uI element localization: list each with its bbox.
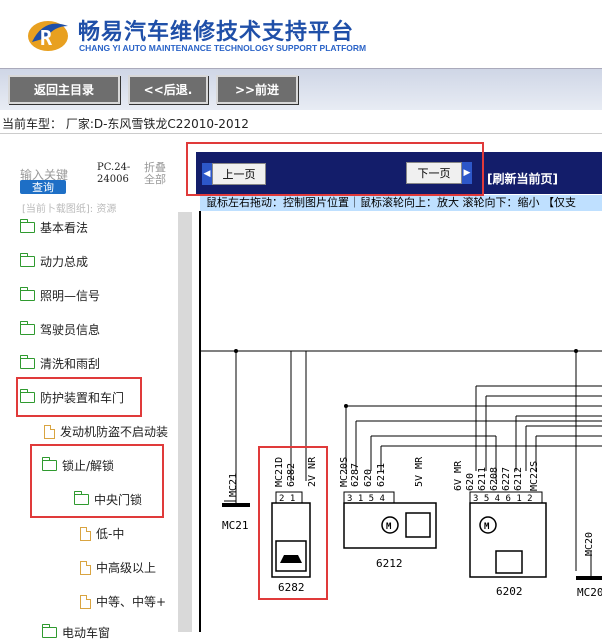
- tree-header: [当前卜载图纸]: 资源: [22, 204, 117, 215]
- divider: [0, 133, 602, 134]
- svg-text:MC22S: MC22S: [529, 461, 540, 491]
- tree-item-label: 照明—信号: [40, 289, 101, 303]
- svg-text:6202: 6202: [496, 585, 523, 598]
- tree-item-basic[interactable]: 基本看法: [20, 219, 88, 236]
- tree-item-label: 低-中: [96, 527, 125, 541]
- folder-icon: [20, 219, 35, 233]
- svg-text:6227: 6227: [501, 467, 512, 491]
- folder-icon: [20, 253, 35, 267]
- pc-code-line1: PC.24-: [97, 162, 131, 173]
- svg-text:M: M: [386, 522, 392, 532]
- app-subtitle: CHANG YI AUTO MAINTENANCE TECHNOLOGY SUP…: [79, 43, 367, 53]
- svg-text:M: M: [484, 522, 490, 532]
- svg-text:MC20S: MC20S: [339, 457, 350, 487]
- svg-text:6212: 6212: [376, 557, 403, 570]
- tree-item-label: 动力总成: [40, 255, 89, 269]
- tree-item-label: 电动车窗: [62, 626, 111, 640]
- tree-item-label: 清洗和雨刮: [40, 357, 101, 371]
- app-header: R 畅易汽车维修技术支持平台 CHANG YI AUTO MAINTENANCE…: [0, 0, 602, 68]
- document-icon: [80, 594, 91, 609]
- highlight-protection-doors: [16, 377, 142, 417]
- component-6202: 6V MR 620 6211 6208 6227 6212 MC22S 3 5 …: [453, 460, 547, 598]
- document-icon: [44, 424, 55, 439]
- pc-code: PC.24- 24006: [97, 162, 130, 186]
- tree-item-lighting[interactable]: 照明—信号: [20, 287, 100, 304]
- svg-text:MC20: MC20: [584, 532, 595, 556]
- junction-dot: [234, 349, 238, 353]
- document-icon: [80, 526, 91, 541]
- component-6212: MC20S 6287 620 6211 5V MR 3 1 5 4 M 6212: [339, 456, 437, 570]
- collapse-line2: 全部: [144, 173, 166, 186]
- back-button[interactable]: <<后退.: [128, 75, 208, 104]
- highlight-component-6282: [258, 446, 328, 600]
- svg-text:MC21: MC21: [222, 519, 249, 532]
- viewer-hint: 鼠标左右拖动：控制图片位置｜鼠标滚轮向上：放大 滚轮向下：缩小 【仅支: [200, 195, 602, 211]
- svg-text:6212: 6212: [513, 467, 524, 491]
- highlight-page-nav: [186, 142, 484, 196]
- tree-item-label: 发动机防盗不启动装: [60, 425, 169, 439]
- tree-item-label: 基本看法: [40, 221, 89, 235]
- tree-item-label: 驾驶员信息: [40, 323, 101, 337]
- svg-text:620: 620: [363, 469, 374, 487]
- pc-code-line2: 24006: [97, 174, 129, 185]
- svg-text:MC21: MC21: [228, 473, 239, 497]
- tree-item-mid-high[interactable]: 中高级以上: [80, 559, 156, 576]
- collapse-all-button[interactable]: 折叠 全部: [144, 162, 166, 186]
- tree-item-label: 中等、中等+: [96, 595, 167, 609]
- current-vehicle: 当前车型： 厂家:D-东风雪铁龙C22010-2012: [2, 117, 249, 131]
- tree-item-low-mid[interactable]: 低-中: [80, 525, 124, 542]
- svg-text:5V MR: 5V MR: [414, 456, 425, 487]
- tree-scrollbar[interactable]: [178, 212, 192, 632]
- ground-mc21-left: MC21 MC21: [222, 473, 250, 532]
- svg-text:MC20: MC20: [577, 586, 602, 599]
- app-title: 畅易汽车维修技术支持平台: [78, 20, 355, 45]
- svg-text:R: R: [40, 26, 53, 50]
- tree-item-immobilizer[interactable]: 发动机防盗不启动装: [44, 423, 168, 440]
- svg-text:6287: 6287: [350, 463, 361, 487]
- nav-bar: 返回主目录 <<后退. >>前进: [0, 68, 602, 110]
- tree-item-label: 中高级以上: [96, 561, 157, 575]
- svg-text:620: 620: [465, 473, 476, 491]
- junction-dot: [344, 404, 348, 408]
- folder-icon: [20, 355, 35, 369]
- tree-item-powertrain[interactable]: 动力总成: [20, 253, 88, 270]
- junction-dot: [574, 349, 578, 353]
- svg-text:6208: 6208: [489, 467, 500, 491]
- tree-item-power-windows[interactable]: 电动车窗: [42, 624, 110, 641]
- tree-item-wiper[interactable]: 清洗和雨刮: [20, 355, 100, 372]
- folder-icon: [20, 287, 35, 301]
- changyi-logo-icon: R: [28, 21, 68, 51]
- tree-item-driver-info[interactable]: 驾驶员信息: [20, 321, 100, 338]
- wiring-diagram: MC21 MC21 MC21D 6282 2V NR 2 1 6282 MC20…: [199, 211, 602, 632]
- tree-item-mid-plus[interactable]: 中等、中等+: [80, 593, 166, 610]
- svg-text:6211: 6211: [477, 467, 488, 491]
- refresh-page-link[interactable]: [刷新当前页]: [487, 170, 558, 187]
- query-button[interactable]: 查询: [20, 180, 66, 194]
- svg-text:6211: 6211: [376, 463, 387, 487]
- home-button[interactable]: 返回主目录: [8, 75, 120, 104]
- document-icon: [80, 560, 91, 575]
- folder-icon: [42, 624, 57, 638]
- folder-icon: [20, 321, 35, 335]
- highlight-central-lock: [30, 444, 164, 518]
- forward-button[interactable]: >>前进: [216, 75, 298, 104]
- ground-mc20: MC20 MC20: [576, 532, 602, 599]
- svg-text:6V MR: 6V MR: [453, 460, 464, 491]
